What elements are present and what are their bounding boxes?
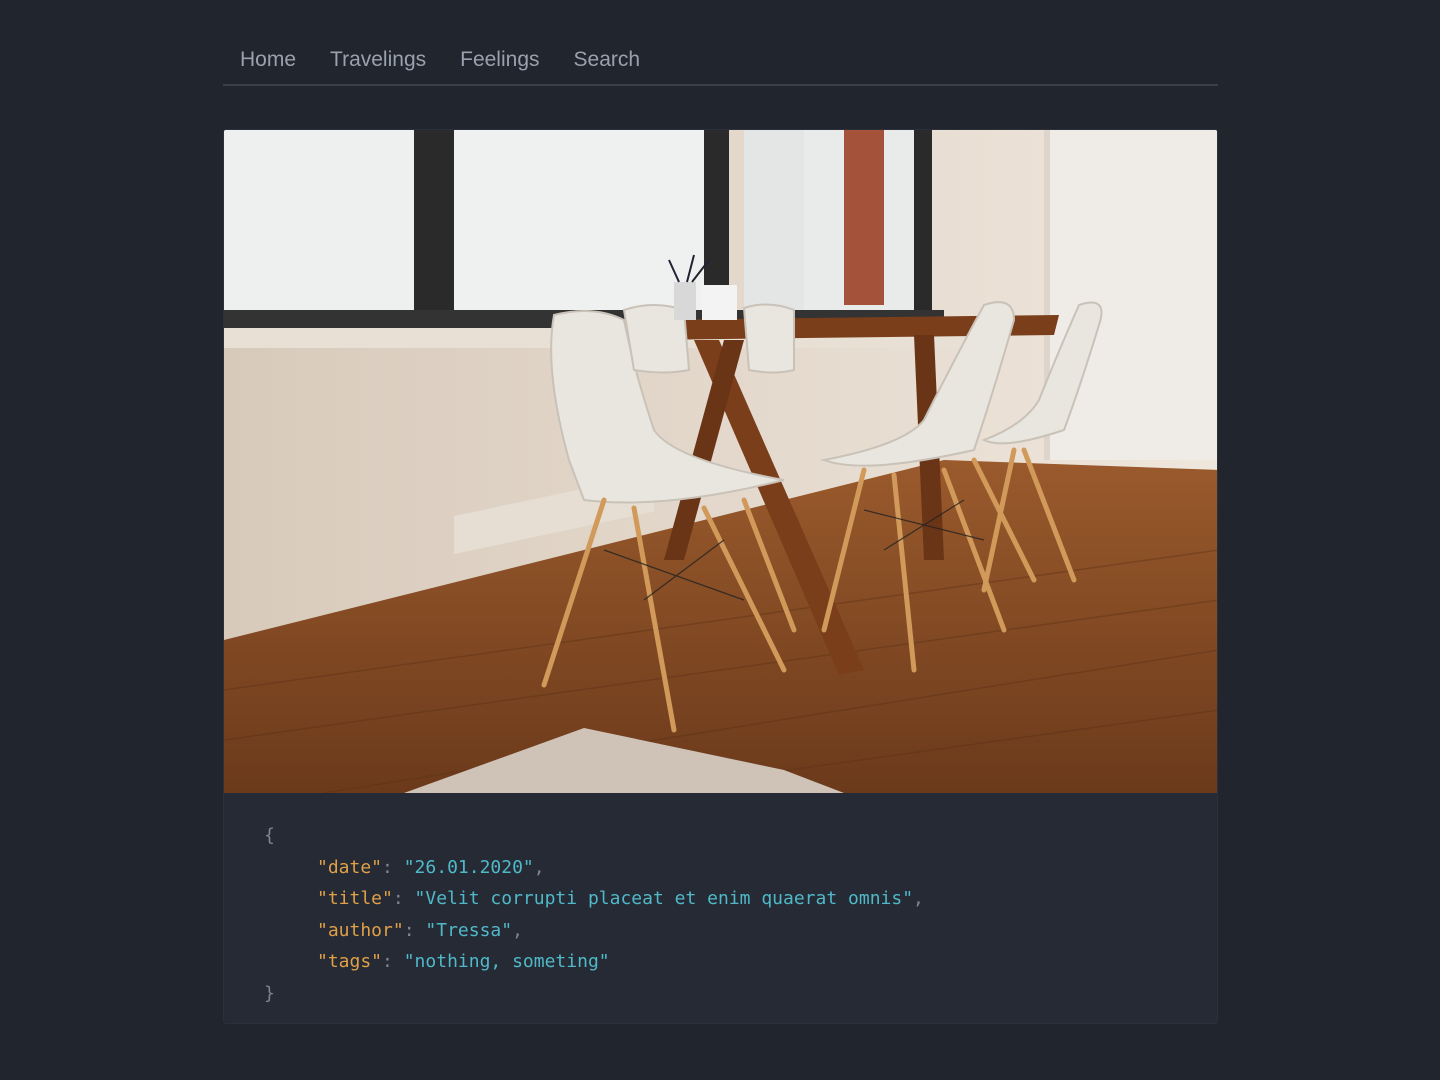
post-image bbox=[224, 130, 1217, 793]
json-open-brace: { bbox=[264, 825, 275, 846]
json-close-brace: } bbox=[264, 982, 275, 1004]
json-key: "author" bbox=[317, 919, 404, 941]
nav-search-link[interactable]: Search bbox=[574, 48, 641, 72]
json-field-title: "title": "Velit corrupti placeat et enim… bbox=[317, 888, 924, 909]
nav-travelings-link[interactable]: Travelings bbox=[330, 48, 426, 72]
post-metadata-json: { "date": "26.01.2020", "title": "Velit … bbox=[264, 820, 924, 1009]
json-value: "Velit corrupti placeat et enim quaerat … bbox=[414, 888, 914, 909]
page-container: Home Travelings Feelings Search {"date"… bbox=[223, 0, 1218, 1024]
json-key: "tags" bbox=[317, 951, 383, 972]
json-value: "nothing, someting" bbox=[403, 951, 610, 972]
json-key: "date" bbox=[317, 856, 383, 878]
json-field-tags: "tags": "nothing, someting" bbox=[317, 951, 610, 972]
json-value: "26.01.2020" bbox=[403, 856, 534, 878]
json-field-author: "author": "Tressa", bbox=[317, 919, 523, 941]
post-card: { "date": "26.01.2020", "title": "Velit … bbox=[223, 129, 1218, 1024]
json-field-date: "date": "26.01.2020", bbox=[317, 856, 545, 878]
nav-home-link[interactable]: Home bbox=[240, 48, 296, 72]
nav-feelings-link[interactable]: Feelings bbox=[460, 48, 539, 72]
json-value: "Tressa" bbox=[425, 919, 513, 941]
json-key: "title" bbox=[317, 888, 393, 909]
main-nav: Home Travelings Feelings Search bbox=[223, 0, 1218, 86]
